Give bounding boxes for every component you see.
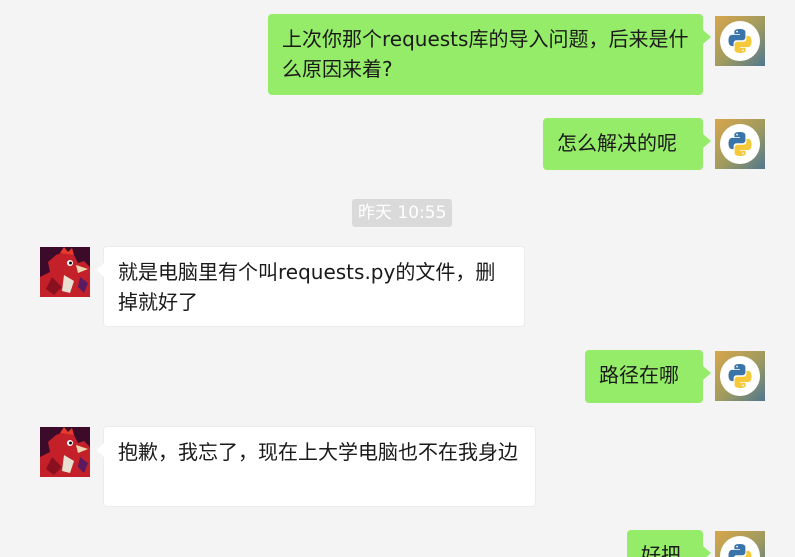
message-text: 上次你那个requests库的导入问题，后来是什么原因来着? xyxy=(282,27,689,81)
message-bubble-incoming[interactable]: 抱歉，我忘了，现在上大学电脑也不在我身边 xyxy=(96,426,536,507)
my-avatar[interactable] xyxy=(715,351,765,401)
timestamp-divider: 昨天 10:55 xyxy=(352,199,453,227)
contact-avatar[interactable] xyxy=(40,247,90,297)
python-logo-icon xyxy=(728,364,752,388)
python-logo-icon xyxy=(728,132,752,156)
red-rooster-illustration-icon xyxy=(40,247,90,297)
message-bubble-outgoing[interactable]: 怎么解决的呢 xyxy=(543,118,711,170)
message-text: 怎么解决的呢 xyxy=(557,131,677,155)
message-text: 抱歉，我忘了，现在上大学电脑也不在我身边 xyxy=(118,440,518,464)
red-rooster-illustration-icon xyxy=(40,427,90,477)
message-bubble-outgoing[interactable]: 好把 xyxy=(627,530,711,557)
message-bubble-outgoing[interactable]: 上次你那个requests库的导入问题，后来是什么原因来着? xyxy=(268,14,711,95)
chat-window: 上次你那个requests库的导入问题，后来是什么原因来着? 怎么解决的呢 昨天… xyxy=(0,0,795,557)
message-bubble-outgoing[interactable]: 路径在哪 xyxy=(585,350,711,403)
my-avatar[interactable] xyxy=(715,531,765,557)
message-text: 好把 xyxy=(641,543,681,557)
contact-avatar[interactable] xyxy=(40,427,90,477)
message-text: 就是电脑里有个叫requests.py的文件，删掉就好了 xyxy=(118,260,496,314)
message-text: 路径在哪 xyxy=(599,363,679,387)
my-avatar[interactable] xyxy=(715,16,765,66)
python-logo-icon xyxy=(728,544,752,557)
python-logo-icon xyxy=(728,29,752,53)
my-avatar[interactable] xyxy=(715,119,765,169)
message-bubble-incoming[interactable]: 就是电脑里有个叫requests.py的文件，删掉就好了 xyxy=(96,246,525,327)
